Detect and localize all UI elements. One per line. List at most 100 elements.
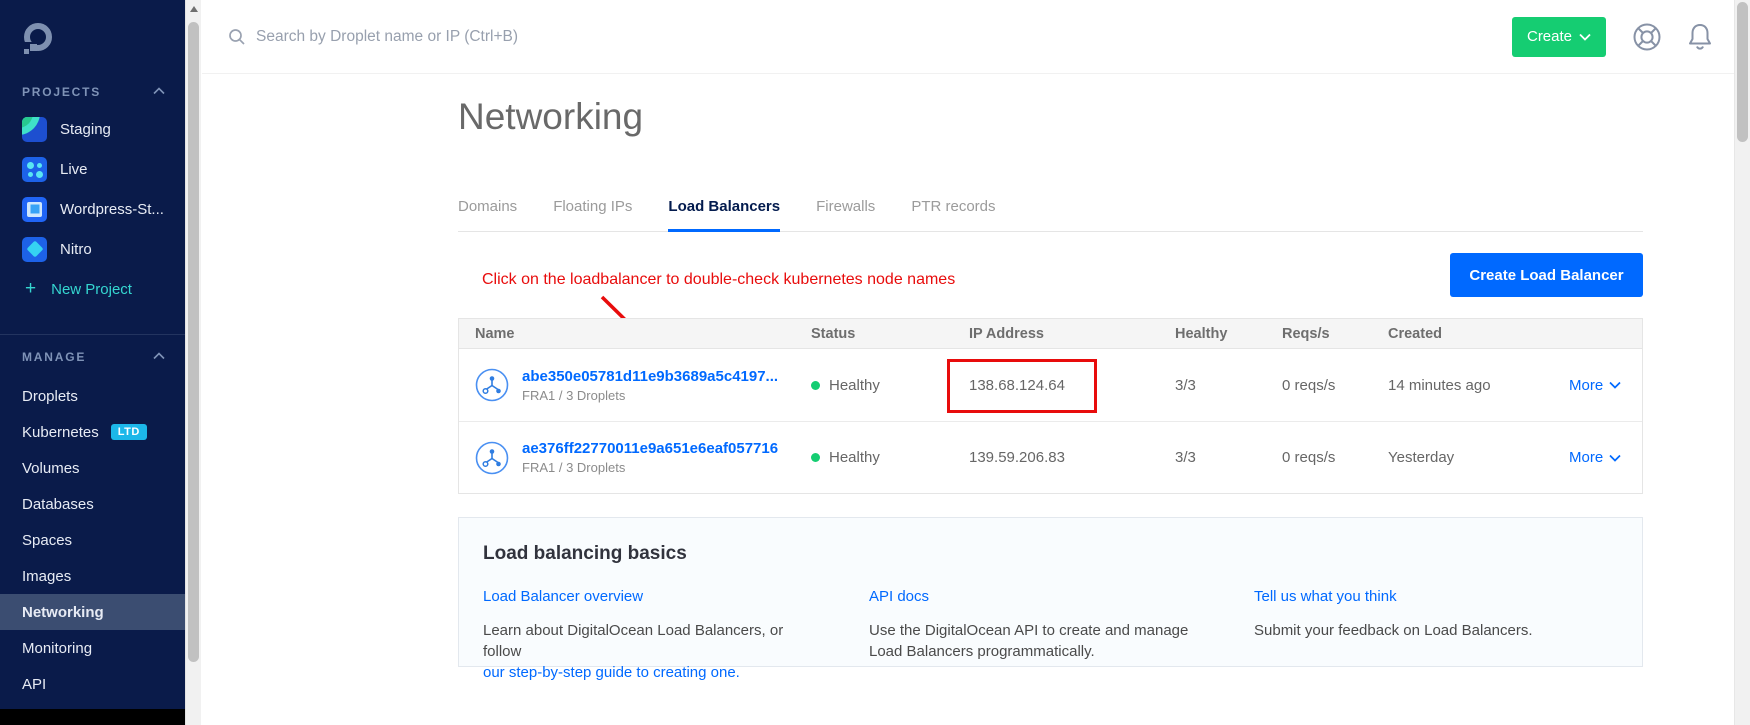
basics-card-overview: Load Balancer overview Learn about Digit…: [483, 586, 869, 683]
healthy-count: 3/3: [1175, 449, 1282, 466]
projects-section-header: PROJECTS: [0, 85, 185, 99]
sidebar-item-nitro[interactable]: Nitro: [0, 229, 185, 269]
project-label: Nitro: [60, 241, 92, 258]
ltd-badge: LTD: [111, 424, 147, 440]
sidebar-item-spaces[interactable]: Spaces: [0, 522, 185, 558]
digitalocean-control-panel: PROJECTS Staging Live Wordpress-St... Ni…: [0, 0, 1750, 725]
sidebar-item-databases[interactable]: Databases: [0, 486, 185, 522]
column-header-created: Created: [1388, 326, 1569, 342]
healthy-status-dot: [811, 453, 820, 462]
digitalocean-logo-icon: [20, 20, 56, 56]
scrollbar-thumb[interactable]: [1737, 2, 1748, 142]
tell-us-what-you-think-link[interactable]: Tell us what you think: [1254, 586, 1397, 607]
status-label: Healthy: [829, 449, 880, 466]
lb-name-link[interactable]: ae376ff22770011e9a651e6eaf057716: [522, 440, 778, 457]
basics-grid: Load Balancer overview Learn about Digit…: [483, 586, 1642, 683]
chevron-up-icon[interactable]: [153, 352, 165, 360]
more-menu-button[interactable]: More: [1569, 377, 1642, 394]
sidebar-item-volumes[interactable]: Volumes: [0, 450, 185, 486]
sidebar-item-monitoring[interactable]: Monitoring: [0, 630, 185, 666]
sidebar-item-images[interactable]: Images: [0, 558, 185, 594]
basics-card-feedback: Tell us what you think Submit your feedb…: [1254, 586, 1642, 683]
basics-card-text: Learn about DigitalOcean Load Balancers,…: [483, 620, 821, 662]
tab-ptr-records[interactable]: PTR records: [911, 198, 995, 232]
lb-meta: FRA1 / 3 Droplets: [522, 388, 778, 403]
manage-label: Spaces: [22, 532, 72, 549]
sidebar-scrollbar[interactable]: [185, 0, 201, 725]
healthy-status-dot: [811, 381, 820, 390]
manage-label: Databases: [22, 496, 94, 513]
load-balancing-basics-panel: Load balancing basics Load Balancer over…: [458, 517, 1643, 667]
manage-list: Droplets Kubernetes LTD Volumes Database…: [0, 378, 185, 702]
column-header-healthy: Healthy: [1175, 326, 1282, 342]
create-button[interactable]: Create: [1512, 17, 1606, 57]
requests-per-second: 0 reqs/s: [1282, 449, 1388, 466]
column-header-ip: IP Address: [969, 326, 1175, 342]
created-time: Yesterday: [1388, 449, 1569, 466]
projects-header-label: PROJECTS: [22, 85, 101, 99]
search-input[interactable]: [256, 28, 756, 46]
lb-name-cell: ae376ff22770011e9a651e6eaf057716 FRA1 / …: [459, 440, 811, 475]
healthy-count: 3/3: [1175, 377, 1282, 394]
tab-domains[interactable]: Domains: [458, 198, 517, 232]
scroll-up-arrow-icon[interactable]: [190, 6, 198, 12]
bottom-black-strip: [0, 709, 185, 725]
search-icon: [228, 28, 246, 46]
status-cell: Healthy: [811, 449, 969, 466]
more-menu-button[interactable]: More: [1569, 449, 1642, 466]
project-staging-icon: [22, 117, 47, 142]
manage-label: Monitoring: [22, 640, 92, 657]
manage-section-header: MANAGE: [0, 350, 185, 364]
chevron-up-icon[interactable]: [153, 87, 165, 95]
scrollbar-thumb[interactable]: [188, 22, 199, 662]
lb-name-cell: abe350e05781d11e9b3689a5c4197... FRA1 / …: [459, 368, 811, 403]
load-balancer-icon: [475, 368, 509, 402]
sidebar: PROJECTS Staging Live Wordpress-St... Ni…: [0, 0, 185, 725]
tab-load-balancers[interactable]: Load Balancers: [668, 198, 780, 232]
project-label: Staging: [60, 121, 111, 138]
more-label: More: [1569, 449, 1603, 466]
step-by-step-guide-link[interactable]: our step-by-step guide to creating one.: [483, 664, 740, 681]
new-project-button[interactable]: + New Project: [0, 269, 185, 309]
project-label: Live: [60, 161, 88, 178]
chevron-down-icon: [1609, 454, 1621, 462]
project-wordpress-icon: [22, 197, 47, 222]
sidebar-divider: [0, 334, 185, 335]
basics-card-text: Submit your feedback on Load Balancers.: [1254, 620, 1594, 641]
sidebar-item-networking[interactable]: Networking: [0, 594, 185, 630]
sidebar-item-droplets[interactable]: Droplets: [0, 378, 185, 414]
manage-label: API: [22, 676, 46, 693]
manage-label: Kubernetes: [22, 424, 99, 441]
load-balancer-overview-link[interactable]: Load Balancer overview: [483, 586, 643, 607]
sidebar-item-wordpress[interactable]: Wordpress-St...: [0, 189, 185, 229]
tab-floating-ips[interactable]: Floating IPs: [553, 198, 632, 232]
more-label: More: [1569, 377, 1603, 394]
tab-firewalls[interactable]: Firewalls: [816, 198, 875, 232]
column-header-status: Status: [811, 326, 969, 342]
help-lifebuoy-icon[interactable]: [1632, 22, 1662, 52]
new-project-label: New Project: [51, 281, 132, 298]
sidebar-item-api[interactable]: API: [0, 666, 185, 702]
status-cell: Healthy: [811, 377, 969, 394]
create-load-balancer-button[interactable]: Create Load Balancer: [1450, 253, 1643, 297]
project-nitro-icon: [22, 237, 47, 262]
notifications-bell-icon[interactable]: [1686, 22, 1714, 52]
manage-label: Volumes: [22, 460, 80, 477]
search-bar[interactable]: [228, 28, 1512, 46]
page-scrollbar[interactable]: [1734, 0, 1750, 725]
sidebar-item-staging[interactable]: Staging: [0, 109, 185, 149]
requests-per-second: 0 reqs/s: [1282, 377, 1388, 394]
page-title: Networking: [458, 96, 643, 138]
annotation-highlight-rectangle: [947, 359, 1097, 413]
api-docs-link[interactable]: API docs: [869, 586, 929, 607]
ip-address: 139.59.206.83: [969, 449, 1175, 466]
manage-header-label: MANAGE: [22, 350, 86, 364]
sidebar-item-kubernetes[interactable]: Kubernetes LTD: [0, 414, 185, 450]
manage-label: Networking: [22, 604, 104, 621]
column-header-name: Name: [459, 326, 811, 342]
lb-name-link[interactable]: abe350e05781d11e9b3689a5c4197...: [522, 368, 778, 385]
basics-card-text: Use the DigitalOcean API to create and m…: [869, 620, 1206, 662]
plus-icon: +: [25, 278, 36, 300]
basics-title: Load balancing basics: [483, 543, 1642, 565]
sidebar-item-live[interactable]: Live: [0, 149, 185, 189]
